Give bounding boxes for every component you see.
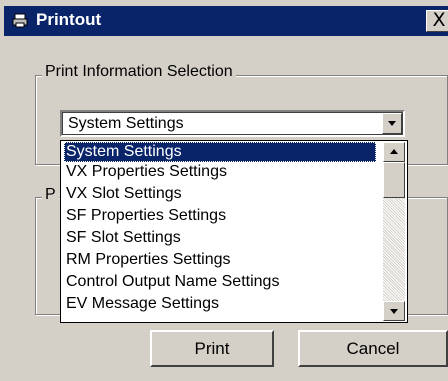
printer-icon bbox=[12, 13, 28, 28]
printout-dialog: Printout X Print Information Selection P… bbox=[0, 0, 448, 381]
list-item[interactable]: Control Output Name Settings bbox=[64, 272, 376, 292]
chevron-down-icon bbox=[388, 121, 396, 126]
scroll-thumb[interactable] bbox=[383, 162, 405, 198]
combo-dropdown-button[interactable] bbox=[382, 113, 402, 134]
scroll-down-button[interactable] bbox=[383, 301, 405, 321]
list-item[interactable]: VX Properties Settings bbox=[64, 162, 376, 182]
print-button[interactable]: Print bbox=[150, 330, 274, 367]
print-information-dropdown-list[interactable]: System Settings VX Properties Settings V… bbox=[60, 140, 408, 323]
print-information-combo[interactable]: System Settings bbox=[60, 110, 405, 137]
list-item[interactable]: SF Slot Settings bbox=[64, 228, 376, 248]
list-item[interactable]: System Settings bbox=[64, 142, 376, 162]
arrow-down-icon bbox=[390, 309, 398, 314]
print-information-group-label: Print Information Selection bbox=[42, 63, 236, 81]
list-item[interactable]: RM Properties Settings bbox=[64, 250, 376, 270]
list-item[interactable]: EV Message Settings bbox=[64, 294, 376, 314]
secondary-group-label: P bbox=[42, 186, 59, 204]
combo-selected-value: System Settings bbox=[68, 115, 184, 132]
scroll-up-button[interactable] bbox=[383, 142, 405, 162]
list-scrollbar[interactable] bbox=[383, 142, 405, 321]
arrow-up-icon bbox=[390, 149, 398, 154]
title-bar[interactable]: Printout X bbox=[4, 6, 448, 36]
close-button[interactable]: X bbox=[426, 10, 448, 32]
list-item[interactable]: SF Properties Settings bbox=[64, 206, 376, 226]
cancel-button[interactable]: Cancel bbox=[298, 330, 448, 367]
window-title: Printout bbox=[36, 10, 102, 29]
list-item[interactable]: VX Slot Settings bbox=[64, 184, 376, 204]
